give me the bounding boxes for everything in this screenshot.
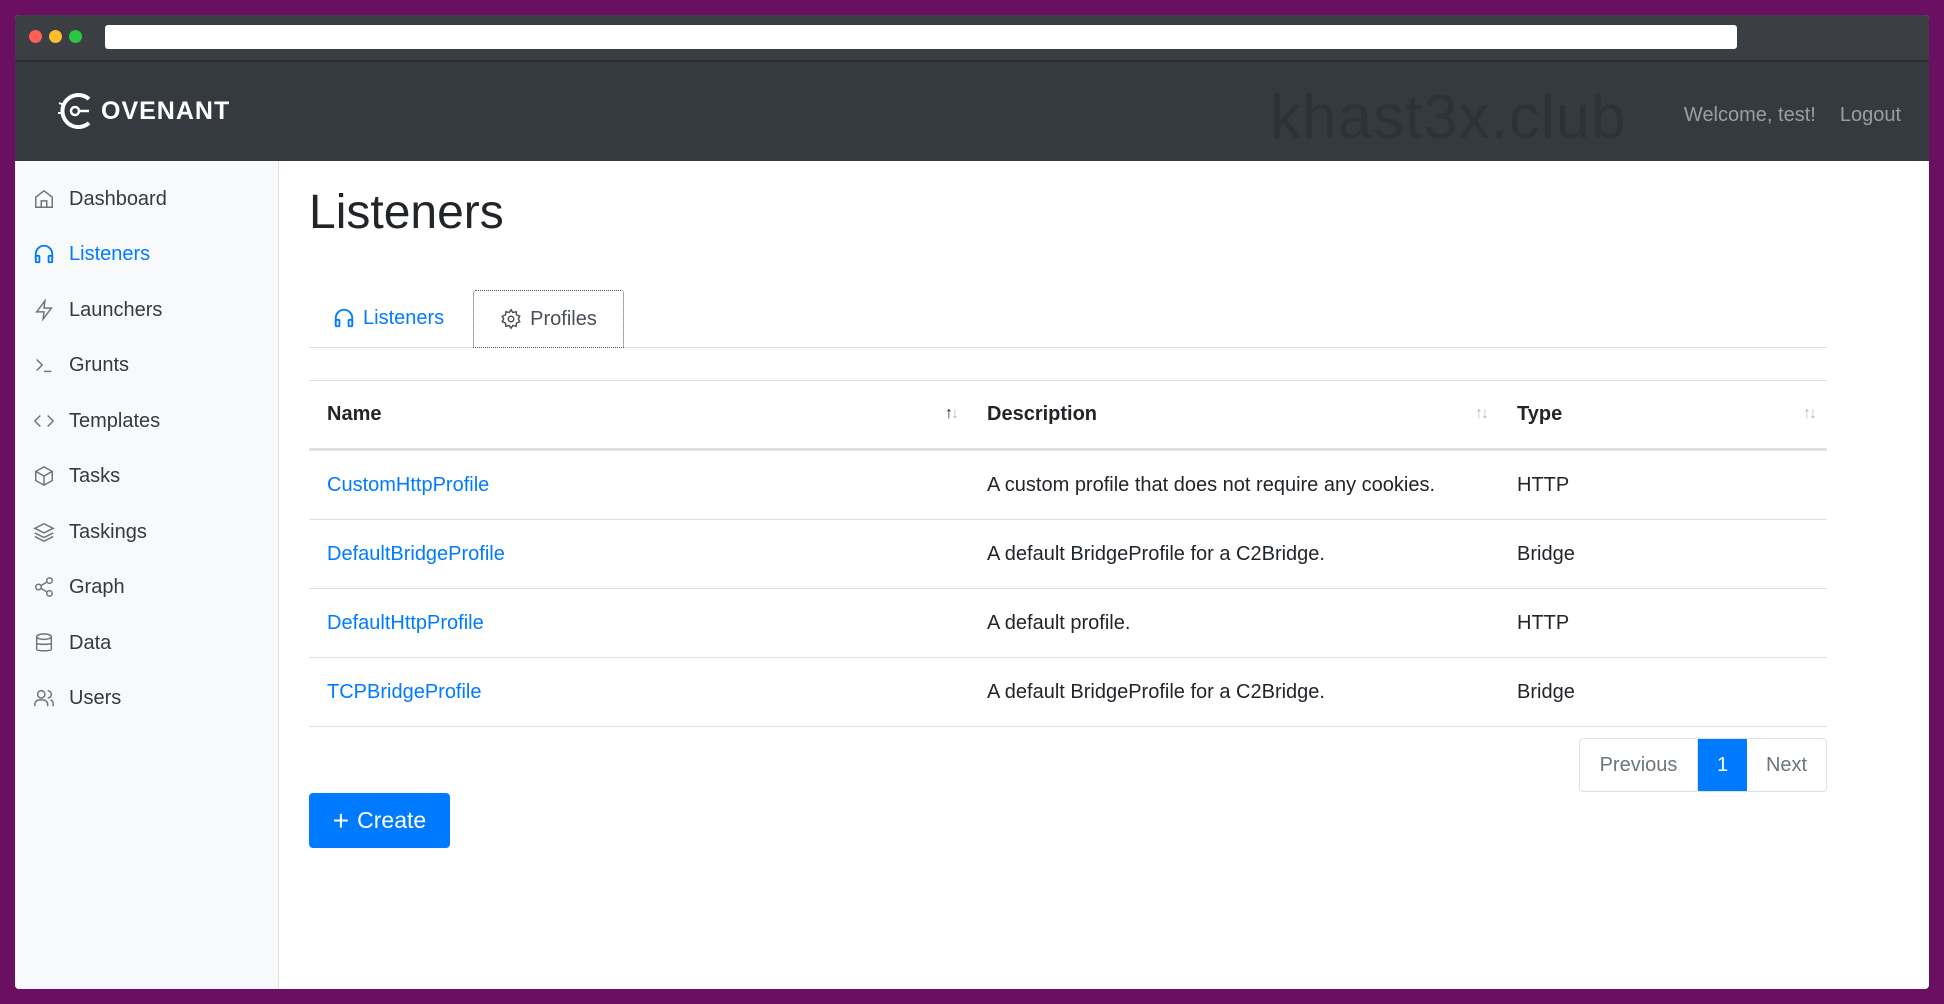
create-button[interactable]: + Create	[309, 793, 450, 848]
plus-icon: +	[332, 804, 350, 836]
column-header-description[interactable]: Description ↑↓	[969, 380, 1499, 451]
column-header-label: Description	[987, 403, 1098, 425]
description-cell: A default BridgeProfile for a C2Bridge.	[969, 519, 1499, 589]
sort-icon: ↑↓	[1475, 405, 1489, 422]
type-cell: Bridge	[1499, 519, 1827, 589]
sidebar-item-label: Dashboard	[69, 187, 167, 210]
sidebar-item-dashboard[interactable]: Dashboard	[33, 181, 167, 217]
table-header-row: Name ↑↓ Description ↑↓ Type ↑↓	[309, 380, 1827, 451]
top-navbar: OVENANT khast3x.club Welcome, test! Logo…	[15, 62, 1929, 161]
sort-icon: ↑↓	[945, 405, 959, 422]
description-cell: A default BridgeProfile for a C2Bridge.	[969, 657, 1499, 727]
profile-link[interactable]: DefaultHttpProfile	[327, 612, 484, 634]
sidebar-item-label: Tasks	[69, 464, 121, 487]
covenant-logo[interactable]: OVENANT	[55, 86, 230, 136]
logo-text: OVENANT	[101, 96, 231, 125]
headphones-icon	[334, 308, 354, 328]
profile-link[interactable]: CustomHttpProfile	[327, 474, 489, 496]
watermark: khast3x.club	[1270, 83, 1627, 152]
close-window-button[interactable]	[29, 30, 42, 43]
profiles-table: Name ↑↓ Description ↑↓ Type ↑↓ CustomHttpPr…	[309, 380, 1827, 727]
table-row: DefaultBridgeProfile A default BridgePro…	[309, 519, 1827, 589]
welcome-text: Welcome, test!	[1683, 104, 1816, 126]
sidebar-item-label: Users	[69, 686, 122, 709]
sidebar-item-data[interactable]: Data	[33, 625, 111, 661]
name-cell: DefaultBridgeProfile	[309, 519, 969, 589]
type-cell: Bridge	[1499, 657, 1827, 727]
create-button-label: Create	[357, 807, 427, 833]
sidebar-item-label: Taskings	[69, 520, 147, 543]
tab-label: Profiles	[530, 307, 597, 330]
description-cell: A custom profile that does not require a…	[969, 449, 1499, 520]
next-page-button[interactable]: Next	[1747, 739, 1826, 791]
sidebar-item-label: Launchers	[69, 298, 163, 321]
sidebar-item-label: Grunts	[69, 353, 130, 376]
profile-link[interactable]: DefaultBridgeProfile	[327, 543, 505, 565]
tab-profiles[interactable]: Profiles	[473, 290, 624, 348]
column-header-name[interactable]: Name ↑↓	[309, 380, 969, 451]
name-cell: TCPBridgeProfile	[309, 657, 969, 727]
name-cell: CustomHttpProfile	[309, 449, 969, 520]
sidebar-item-label: Listeners	[69, 242, 151, 265]
browser-window: OVENANT khast3x.club Welcome, test! Logo…	[15, 15, 1929, 989]
address-bar[interactable]	[105, 25, 1737, 49]
tab-listeners[interactable]: Listeners	[333, 290, 444, 346]
sidebar-item-label: Templates	[69, 409, 161, 432]
user-menu: Welcome, test! Logout	[1684, 104, 1901, 127]
gear-icon	[501, 308, 521, 330]
sidebar-item-users[interactable]: Users	[33, 680, 121, 716]
description-cell: A default profile.	[969, 588, 1499, 658]
page-1-button[interactable]: 1	[1698, 739, 1747, 791]
database-icon	[35, 633, 53, 652]
code-icon	[33, 414, 55, 428]
sidebar-item-label: Data	[69, 631, 112, 654]
browser-titlebar	[15, 15, 1929, 62]
bolt-icon	[35, 299, 53, 321]
tab-bar: Listeners Profiles	[309, 290, 1827, 348]
sidebar-item-tasks[interactable]: Tasks	[33, 458, 120, 494]
sidebar-item-label: Graph	[69, 575, 125, 598]
page-title: Listeners	[309, 186, 504, 239]
tab-label: Listeners	[363, 306, 445, 329]
sidebar-item-templates[interactable]: Templates	[33, 403, 160, 439]
column-header-label: Type	[1517, 403, 1563, 425]
sidebar: Dashboard Listeners Launchers Grunts Tem…	[15, 161, 279, 989]
type-cell: HTTP	[1499, 449, 1827, 520]
column-header-label: Name	[327, 403, 382, 425]
table-row: CustomHttpProfile A custom profile that …	[309, 449, 1827, 520]
name-cell: DefaultHttpProfile	[309, 588, 969, 658]
layers-icon	[33, 522, 55, 542]
logout-link[interactable]: Logout	[1840, 104, 1901, 127]
headphones-icon	[34, 244, 54, 264]
sort-icon: ↑↓	[1803, 405, 1817, 422]
table-row: TCPBridgeProfile A default BridgeProfile…	[309, 657, 1827, 727]
previous-page-button[interactable]: Previous	[1580, 739, 1698, 791]
terminal-icon	[36, 358, 52, 373]
sidebar-item-grunts[interactable]: Grunts	[33, 347, 129, 383]
profile-link[interactable]: TCPBridgeProfile	[327, 681, 482, 703]
minimize-window-button[interactable]	[49, 30, 62, 43]
maximize-window-button[interactable]	[69, 30, 82, 43]
share-icon	[35, 577, 53, 597]
sidebar-item-listeners[interactable]: Listeners	[33, 236, 150, 272]
column-header-type[interactable]: Type ↑↓	[1499, 380, 1827, 451]
pagination: Previous 1 Next	[1579, 738, 1827, 792]
sidebar-item-launchers[interactable]: Launchers	[33, 292, 162, 328]
box-icon	[35, 465, 53, 487]
type-cell: HTTP	[1499, 588, 1827, 658]
sidebar-item-graph[interactable]: Graph	[33, 569, 125, 605]
sidebar-item-taskings[interactable]: Taskings	[33, 514, 147, 550]
table-row: DefaultHttpProfile A default profile. HT…	[309, 588, 1827, 658]
home-icon	[35, 189, 53, 208]
users-icon	[34, 689, 54, 707]
covenant-logo-icon	[58, 93, 91, 129]
